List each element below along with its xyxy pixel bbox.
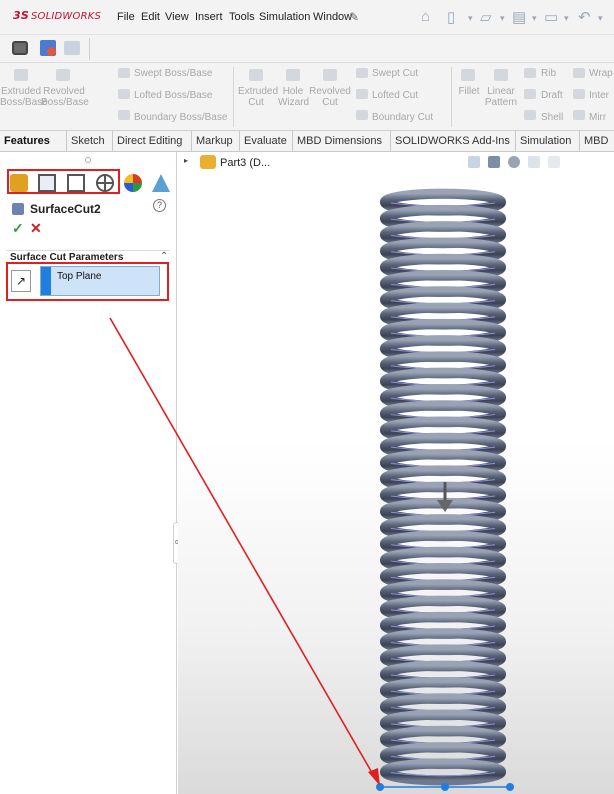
- annotation-arrow: [109, 317, 380, 786]
